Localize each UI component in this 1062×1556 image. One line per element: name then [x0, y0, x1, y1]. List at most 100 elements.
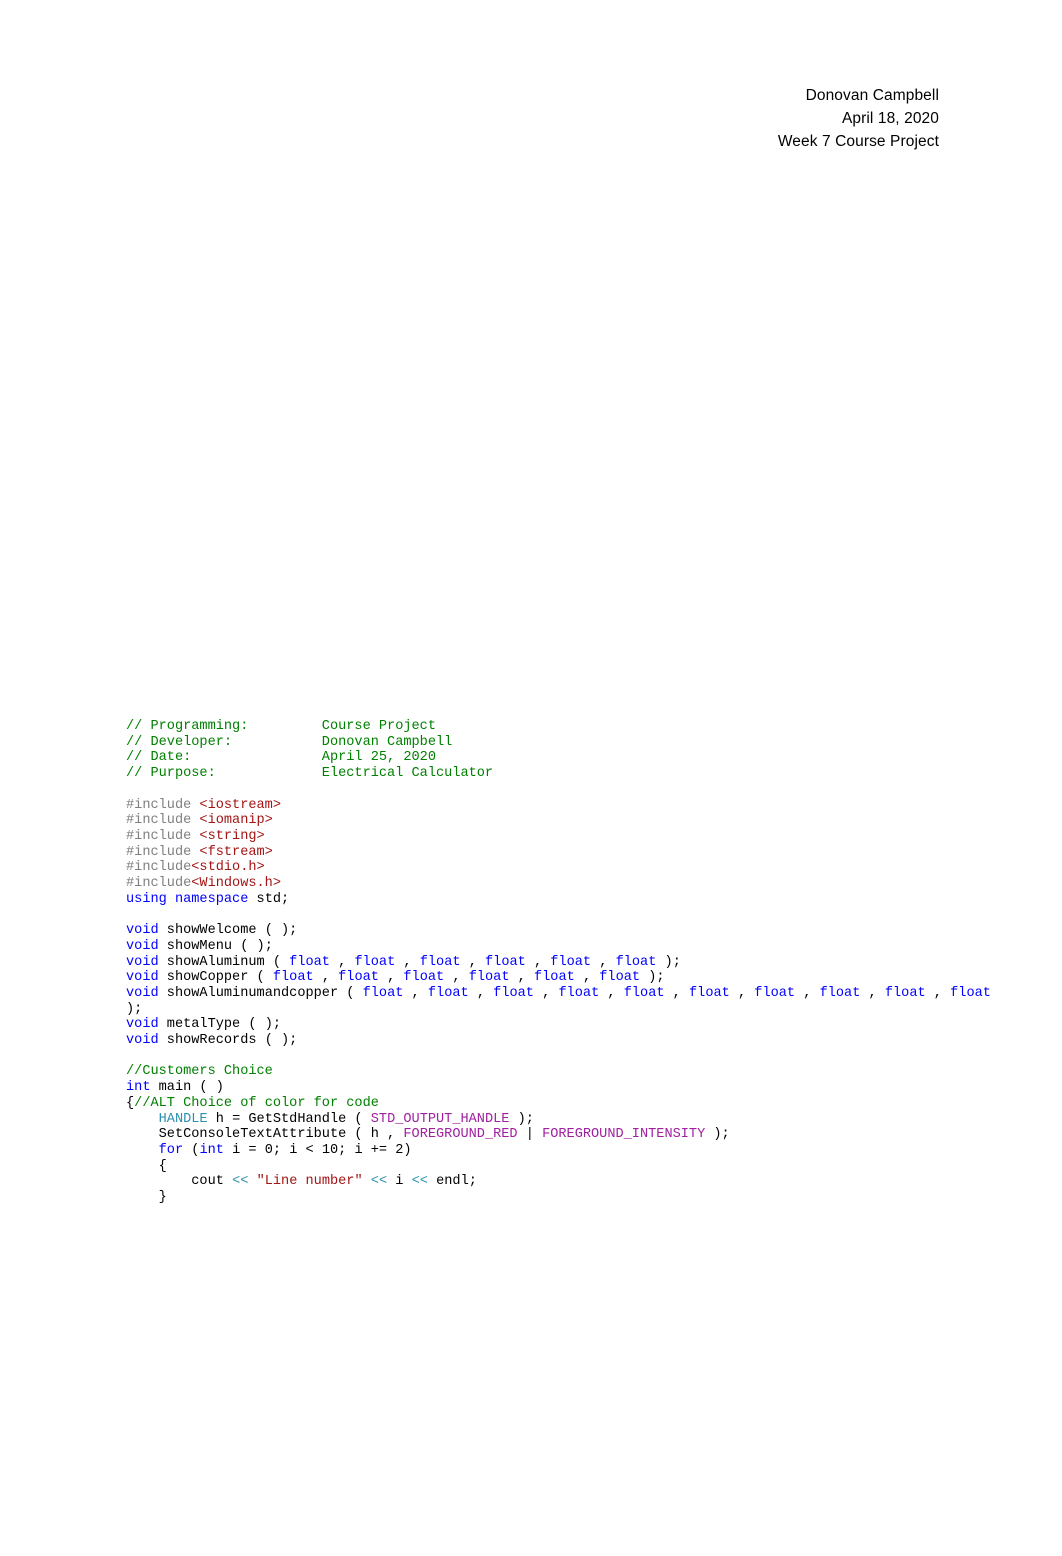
code-token-pre: #include [126, 828, 200, 844]
code-line: void showCopper ( float , float , float … [126, 970, 1006, 986]
code-token-header: <stdio.h> [191, 860, 265, 876]
code-line: for (int i = 0; i < 10; i += 2) [126, 1143, 1006, 1159]
code-token-pre: #include [126, 876, 192, 892]
code-token-plain: h = GetStdHandle ( [207, 1111, 371, 1127]
code-token-plain: i = 0; i < 10; i += 2) [223, 1142, 412, 1158]
code-token-plain: ); [509, 1111, 534, 1127]
code-token-plain: , [925, 985, 951, 1001]
code-token-keyword: void [126, 923, 159, 939]
code-line: int main ( ) [126, 1080, 1006, 1096]
code-token-keyword: float [272, 970, 314, 986]
code-token-macro: FOREGROUND_RED [403, 1127, 518, 1143]
code-line: SetConsoleTextAttribute ( h , FOREGROUND… [126, 1127, 1006, 1143]
code-token-comment: //Customers Choice [126, 1064, 273, 1080]
code-token-plain: { [126, 1158, 167, 1174]
code-token-header: <Windows.h> [191, 876, 281, 892]
code-line: void showRecords ( ); [126, 1033, 1006, 1049]
code-token-keyword: float [754, 985, 796, 1001]
code-line: { [126, 1159, 1006, 1175]
code-token-string: "Line number" [256, 1174, 363, 1190]
code-token-plain: showWelcome ( ); [158, 923, 298, 939]
code-token-keyword: float [615, 954, 657, 970]
code-token-plain: showAluminumandcopper ( [158, 985, 363, 1001]
code-token-plain: | [517, 1127, 543, 1143]
code-token-plain: i [387, 1174, 412, 1190]
code-token-keyword: int [199, 1142, 224, 1158]
code-token-op: << [232, 1174, 249, 1190]
code-token-plain: , [591, 954, 616, 970]
code-token-plain: , [599, 985, 624, 1001]
header-assignment: Week 7 Course Project [777, 133, 939, 151]
code-token-plain: , [460, 954, 486, 970]
code-line: #include <iostream> [126, 798, 1006, 814]
code-token-macro: FOREGROUND_INTENSITY [542, 1127, 706, 1143]
code-token-op: << [411, 1174, 428, 1190]
code-token-pre: #include [126, 844, 200, 860]
code-token-keyword: void [126, 954, 159, 970]
code-line: HANDLE h = GetStdHandle ( STD_OUTPUT_HAN… [126, 1112, 1006, 1128]
code-token-plain: { [126, 1095, 135, 1111]
code-line: // Date: April 25, 2020 [126, 750, 1006, 766]
code-token-plain: , [860, 985, 885, 1001]
code-token-comment: // Programming: Course Project [126, 719, 436, 734]
code-line [126, 1049, 1006, 1065]
code-token-keyword: void [126, 938, 159, 954]
code-line: #include <string> [126, 829, 1006, 845]
code-token-plain: showCopper ( [158, 970, 273, 986]
code-token-keyword: float [819, 985, 861, 1001]
document-header: Donovan Campbell April 18, 2020 Week 7 C… [0, 84, 939, 154]
code-token-plain: cout [126, 1174, 233, 1190]
code-token-keyword: float [419, 954, 461, 970]
code-token-keyword: float [468, 970, 510, 986]
code-token-plain: SetConsoleTextAttribute ( h , [126, 1127, 404, 1143]
code-line [126, 907, 1006, 923]
code-token-op: << [370, 1174, 388, 1190]
code-token-keyword: using namespace [126, 891, 257, 907]
code-token-plain: , [795, 985, 820, 1001]
code-token-keyword: float [485, 954, 526, 970]
code-token-plain: , [329, 954, 355, 970]
code-line: void showAluminumandcopper ( float , flo… [126, 986, 1006, 1017]
code-token-plain: ); [656, 954, 681, 970]
code-token-comment: // Purpose: Electrical Calculator [126, 766, 494, 782]
code-token-keyword: float [289, 954, 330, 970]
code-token-keyword: int [126, 1080, 151, 1096]
code-token-plain: , [533, 985, 559, 1001]
code-token-plain: , [574, 970, 600, 986]
code-token-plain: metalType ( ); [158, 1017, 282, 1033]
code-token-keyword: float [884, 985, 926, 1001]
code-token-plain: , [468, 985, 494, 1001]
code-token-keyword: float [950, 985, 991, 1001]
header-date: April 18, 2020 [841, 110, 939, 128]
code-line: } [126, 1190, 1006, 1206]
code-token-pre: #include [126, 860, 192, 876]
code-line: void showAluminum ( float , float , floa… [126, 955, 1006, 971]
code-token-keyword: void [126, 1017, 159, 1033]
code-line: #include <fstream> [126, 845, 1006, 861]
code-token-comment: // Date: April 25, 2020 [126, 750, 436, 766]
code-token-plain: ); [705, 1127, 730, 1143]
code-token-comment: //ALT Choice of color for code [134, 1095, 379, 1111]
code-token-plain: , [664, 985, 689, 1001]
code-line: #include<Windows.h> [126, 876, 1006, 892]
code-token-plain: , [395, 954, 420, 970]
code-token-plain: showRecords ( ); [158, 1033, 298, 1049]
code-token-plain: ( [183, 1142, 200, 1158]
code-token-plain: ); [640, 970, 665, 986]
code-token-plain: main ( ) [150, 1080, 224, 1096]
code-token-type: HANDLE [158, 1111, 208, 1127]
code-line: void metalType ( ); [126, 1017, 1006, 1033]
code-token-header: <string> [199, 828, 265, 844]
code-token-plain: std; [256, 891, 290, 907]
code-token-keyword: float [403, 970, 445, 986]
code-token-plain: , [729, 985, 755, 1001]
code-line: {//ALT Choice of color for code [126, 1096, 1006, 1112]
code-token-plain: , [378, 970, 404, 986]
code-token-plain: } [126, 1190, 167, 1206]
code-line [126, 782, 1006, 798]
